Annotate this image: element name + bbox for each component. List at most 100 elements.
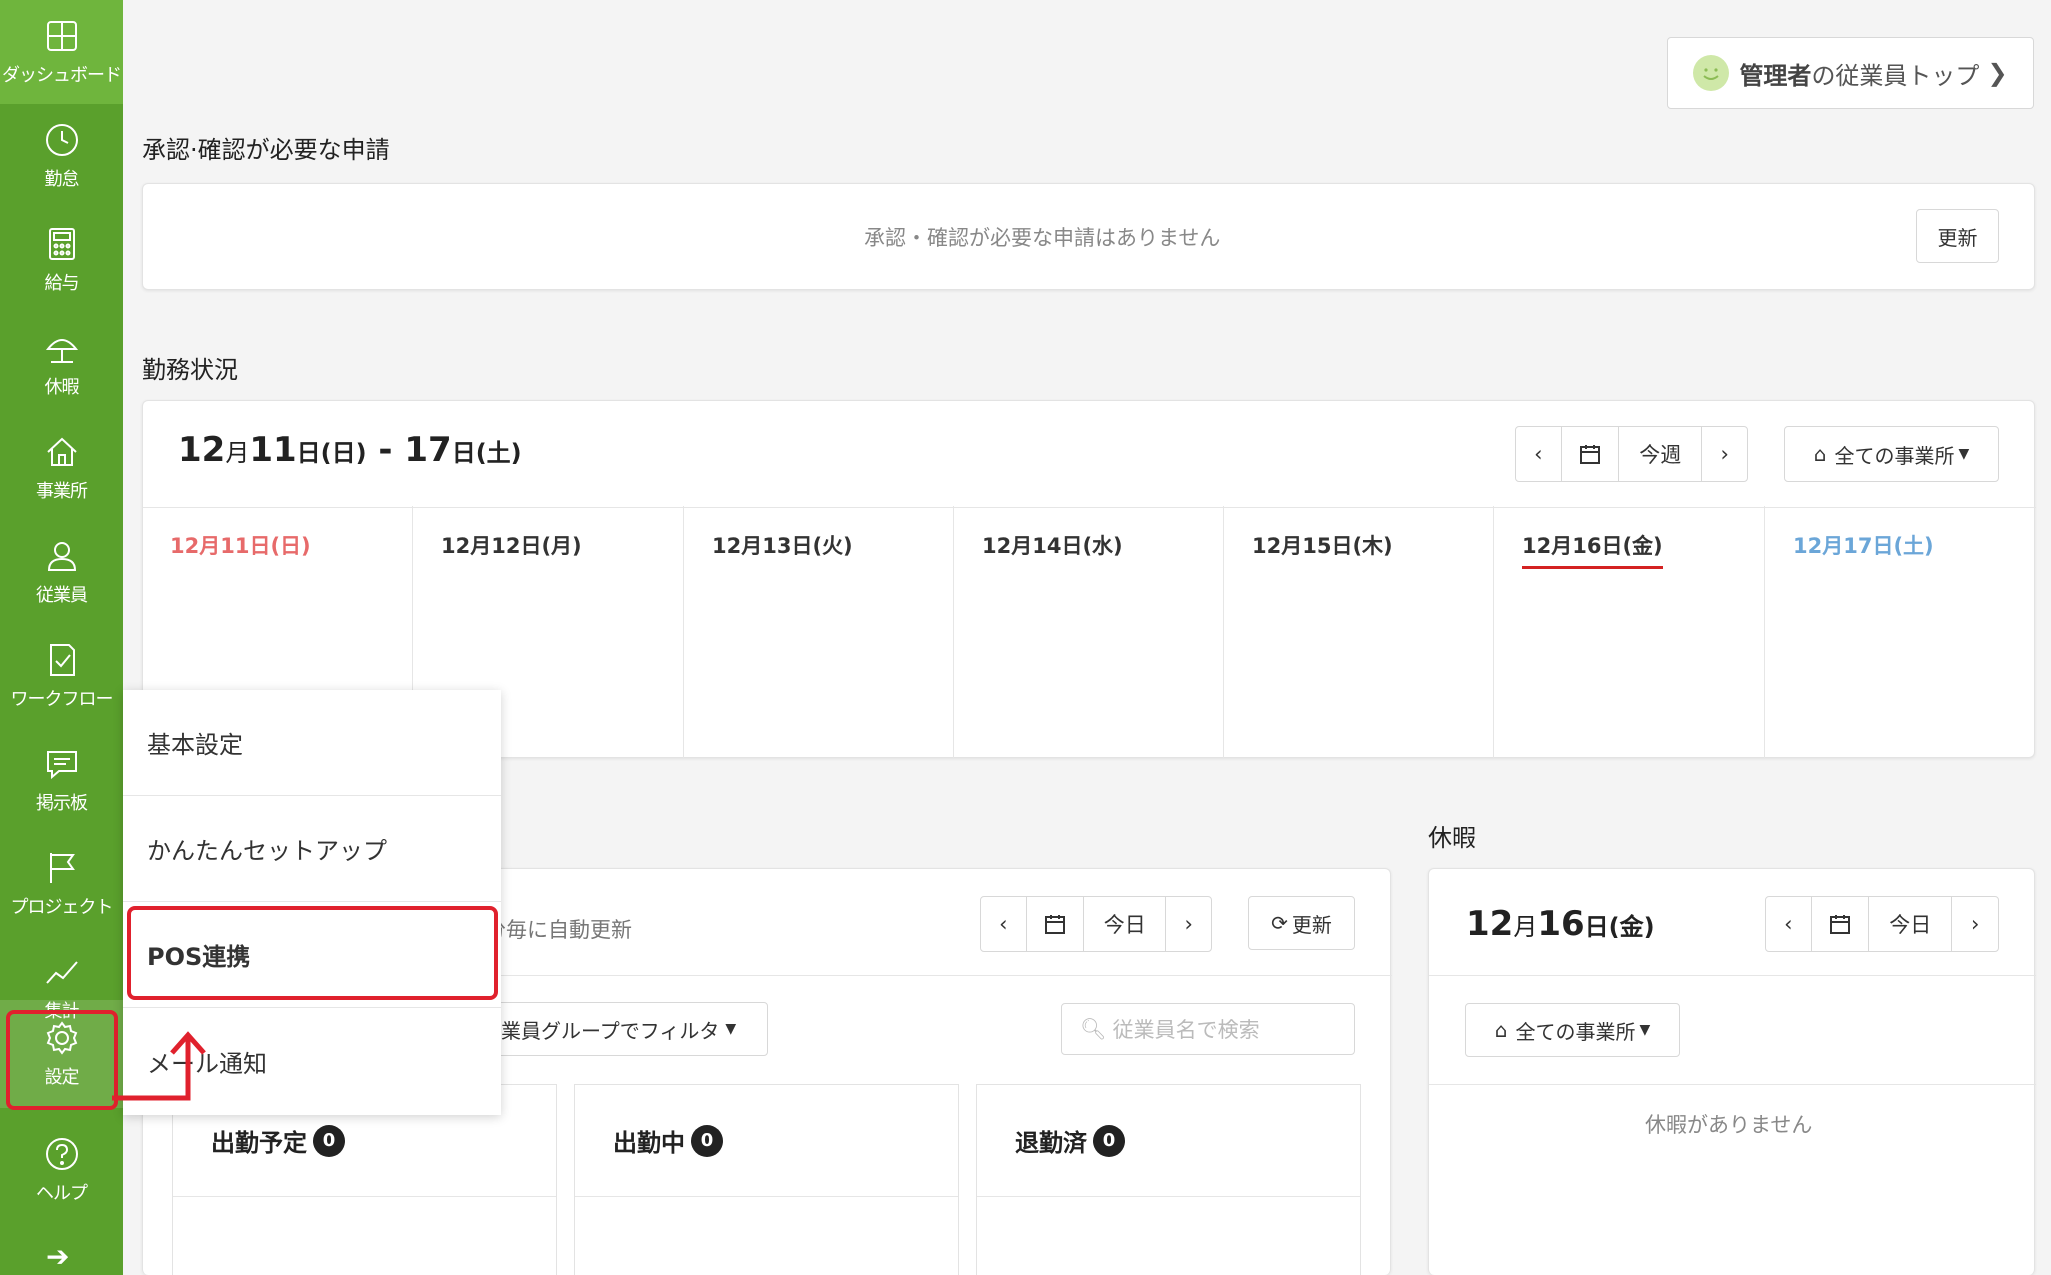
umbrella-icon (45, 339, 78, 363)
sidebar-item-workflow[interactable]: ワークフロー (0, 624, 123, 728)
calendar-icon (1044, 915, 1065, 934)
status-count-badge: 0 (691, 1124, 723, 1157)
sidebar-item-help[interactable]: ヘルプ (0, 1118, 123, 1222)
work-status-title: 勤務状況 (142, 356, 238, 384)
admin-label: 管理者 (1739, 61, 1812, 90)
sidebar-item-leave[interactable]: 休暇 (0, 312, 123, 416)
approvals-title: 承認·確認が必要な申請 (142, 136, 390, 164)
status-label: 退勤済 (1015, 1129, 1087, 1157)
this-week-button[interactable]: 今週 (1619, 427, 1703, 481)
calendar-button[interactable] (1812, 897, 1870, 951)
leave-title: 休暇 (1428, 824, 1476, 852)
day-label: 12月12日(月) (441, 534, 582, 558)
smiley-icon (1693, 55, 1730, 91)
caret-down-icon: ▼ (725, 1021, 737, 1037)
leave-day-nav-group: ‹ 今日 › (1765, 896, 1999, 952)
leave-date-month-unit: 月 (1513, 913, 1538, 941)
sidebar-item-board[interactable]: 掲示板 (0, 728, 123, 832)
pos-highlight-box (127, 906, 498, 1000)
chevron-right-icon: › (1720, 442, 1729, 466)
day-label-today: 12月16日(金) (1522, 530, 1663, 569)
refresh-label: 更新 (1291, 912, 1332, 937)
leave-date-day: 16 (1537, 904, 1585, 944)
status-count-badge: 0 (313, 1124, 345, 1157)
approvals-empty-message: 承認・確認が必要な申請はありません (864, 226, 1221, 250)
sidebar-item-label: 掲示板 (36, 793, 88, 814)
expand-sidebar-arrow-icon[interactable]: ➔ (46, 1240, 69, 1273)
day-column: 12月14日(水) (954, 506, 1224, 758)
attendance-refresh-button[interactable]: ⟳ 更新 (1248, 896, 1355, 950)
checklist-icon (49, 644, 75, 676)
range-start-weekday: 日(日) (296, 439, 367, 467)
day-column: 12月17日(土) (1765, 506, 2035, 758)
chevron-left-icon: ‹ (999, 912, 1008, 936)
leave-next-day-button[interactable]: › (1952, 897, 1998, 951)
chevron-left-icon: ‹ (1784, 912, 1793, 936)
search-icon: 🔍︎ (1080, 1016, 1107, 1041)
sidebar-item-label: 休暇 (44, 377, 80, 398)
sidebar-item-attendance[interactable]: 勤怠 (0, 104, 123, 208)
menu-item-easy-setup[interactable]: かんたんセットアップ (123, 796, 501, 902)
day-nav-group: ‹ 今日 › (980, 896, 1212, 952)
home-icon: ⌂ (1494, 1018, 1508, 1042)
home-icon (46, 437, 77, 466)
office-filter-dropdown[interactable]: ⌂ 全ての事業所 ▼ (1784, 426, 1999, 482)
leave-office-filter-dropdown[interactable]: ⌂ 全ての事業所 ▼ (1465, 1003, 1680, 1057)
calculator-icon (48, 228, 75, 260)
status-label: 出勤中 (613, 1129, 685, 1157)
divider (1429, 1084, 2036, 1085)
group-filter-dropdown[interactable]: 業員グループでフィルタ ▼ (480, 1002, 768, 1056)
sidebar-item-label: 給与 (44, 273, 80, 294)
range-month: 12 (178, 430, 226, 470)
user-icon (47, 542, 76, 571)
prev-week-button[interactable]: ‹ (1516, 427, 1562, 481)
annotation-arrow-icon (112, 1031, 206, 1101)
approvals-refresh-button[interactable]: 更新 (1916, 209, 1999, 263)
settings-highlight-box (6, 1010, 118, 1110)
auto-refresh-text: 分毎に自動更新 (485, 918, 632, 942)
group-filter-label: 業員グループでフィルタ (501, 1018, 720, 1043)
home-icon: ⌂ (1813, 442, 1827, 466)
day-label: 12月17日(土) (1793, 534, 1934, 558)
sidebar-item-label: ヘルプ (36, 1183, 88, 1204)
leave-prev-day-button[interactable]: ‹ (1766, 897, 1812, 951)
divider (1429, 975, 2036, 976)
status-column-left: 退勤済 0 (976, 1084, 1361, 1275)
sidebar-item-dashboard[interactable]: ダッシュボード (0, 0, 123, 104)
approvals-card: 承認・確認が必要な申請はありません 更新 (142, 183, 2035, 290)
chevron-right-icon: › (1184, 912, 1193, 936)
sidebar-item-label: ダッシュボード (2, 65, 122, 86)
prev-day-button[interactable]: ‹ (981, 897, 1027, 951)
next-day-button[interactable]: › (1166, 897, 1211, 951)
chevron-right-icon: › (1970, 912, 1980, 936)
status-count-badge: 0 (1093, 1124, 1125, 1157)
sidebar-item-employees[interactable]: 従業員 (0, 520, 123, 624)
chart-line-icon (45, 961, 78, 984)
chevron-left-icon: ‹ (1534, 442, 1543, 466)
clock-icon (45, 124, 78, 156)
calendar-icon (1579, 445, 1600, 464)
status-label: 出勤予定 (211, 1129, 307, 1157)
sidebar-item-label: プロジェクト (10, 897, 114, 918)
flag-icon (49, 853, 75, 883)
range-end-day: 17 (404, 430, 452, 470)
week-range-title: 12 月 11 日(日) - 17 日(土) (178, 430, 522, 470)
range-start-day: 11 (249, 430, 297, 470)
leave-today-button[interactable]: 今日 (1869, 897, 1953, 951)
day-label: 12月14日(水) (982, 534, 1123, 558)
day-column: 12月15日(木) (1224, 506, 1494, 758)
employee-search-input[interactable]: 🔍︎ 従業員名で検索 (1061, 1003, 1355, 1055)
menu-item-basic-settings[interactable]: 基本設定 (123, 690, 501, 796)
sidebar-item-payroll[interactable]: 給与 (0, 208, 123, 312)
sidebar-item-project[interactable]: プロジェクト (0, 832, 123, 936)
leave-date-title: 12 月 16 日(金) (1466, 904, 1655, 944)
calendar-button[interactable] (1027, 897, 1085, 951)
range-dash: - (366, 430, 405, 470)
week-nav-group: ‹ 今週 › (1515, 426, 1748, 482)
calendar-button[interactable] (1562, 427, 1620, 481)
today-button[interactable]: 今日 (1084, 897, 1167, 951)
sidebar-item-label: 勤怠 (44, 169, 80, 190)
admin-employee-top-button[interactable]: 管理者 の従業員トップ ❯ (1667, 37, 2034, 109)
sidebar-item-office[interactable]: 事業所 (0, 416, 123, 520)
next-week-button[interactable]: › (1702, 427, 1747, 481)
